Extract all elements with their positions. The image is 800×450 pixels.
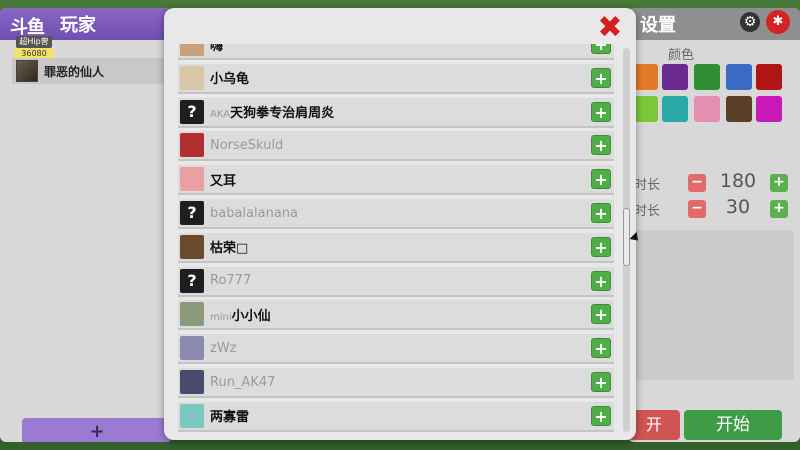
- name-prefix: mini: [210, 311, 232, 323]
- bug-icon[interactable]: ✱: [766, 10, 790, 34]
- color-swatch[interactable]: [726, 64, 752, 90]
- avatar: [180, 336, 204, 361]
- list-item: 又耳 +: [178, 165, 614, 196]
- color-swatch[interactable]: [756, 96, 782, 122]
- timer-value: 180: [719, 170, 757, 192]
- add-friend-button[interactable]: +: [591, 203, 611, 223]
- timer-value: 30: [725, 196, 751, 218]
- list-item: 枯荣□ +: [178, 232, 614, 263]
- friend-name: 两寡雷: [210, 410, 250, 426]
- name-prefix: AKA: [210, 109, 231, 121]
- friend-list-dialog: ✖ 嗨 + 小乌龟 +? AKA天狗拳专治肩周炎 + NorseSkuld + 又耳 +? baba…: [164, 8, 636, 440]
- settings-box: [634, 230, 794, 380]
- color-label: 颜色: [668, 48, 695, 63]
- friend-name: 枯荣□: [210, 241, 249, 257]
- avatar: [180, 234, 204, 259]
- color-swatch[interactable]: [726, 96, 752, 122]
- add-friend-button[interactable]: +: [591, 67, 611, 88]
- color-swatch[interactable]: [756, 64, 782, 90]
- timer-decrease-button[interactable]: −: [688, 174, 706, 192]
- friend-name: zWz: [210, 340, 237, 356]
- list-item: ? Ro777 +: [178, 266, 614, 297]
- add-friend-button[interactable]: +: [591, 169, 611, 190]
- player-row[interactable]: 罪恶的仙人: [12, 58, 172, 84]
- settings-title: 设置: [640, 15, 676, 36]
- list-item: Run_AK47 +: [178, 368, 614, 398]
- scroll-thumb[interactable]: [623, 208, 630, 266]
- list-item: mini小小仙 +: [178, 300, 614, 331]
- add-friend-button[interactable]: +: [591, 101, 611, 122]
- unknown-avatar-icon: ?: [180, 268, 204, 293]
- players-title: 玩家: [60, 15, 96, 36]
- avatar: [180, 133, 204, 158]
- start-button[interactable]: 开始: [684, 410, 782, 440]
- color-swatch[interactable]: [662, 64, 688, 90]
- list-item: ? babalalanana +: [178, 199, 614, 229]
- settings-panel: 设置 ⚙ ✱ 颜色 时长 − 180 + 时长 − 30 + 开 开始: [628, 8, 800, 442]
- friend-name: Ro777: [210, 273, 252, 289]
- unknown-avatar-icon: ?: [180, 201, 204, 225]
- list-item: 两寡雷 +: [178, 401, 614, 432]
- add-friend-button[interactable]: +: [591, 372, 611, 392]
- avatar: [180, 403, 204, 428]
- color-swatch[interactable]: [662, 96, 688, 122]
- add-friend-button[interactable]: +: [591, 405, 611, 426]
- add-friend-button[interactable]: +: [591, 135, 611, 156]
- add-friend-button[interactable]: +: [591, 304, 611, 325]
- friend-name: 小乌龟: [210, 72, 250, 88]
- timer-label: 时长: [634, 204, 661, 219]
- avatar: [16, 60, 38, 82]
- friend-name: 嗨: [210, 44, 224, 54]
- timer-decrease-button[interactable]: −: [688, 200, 706, 218]
- friend-name: 又耳: [210, 173, 237, 189]
- list-item: NorseSkuld +: [178, 131, 614, 162]
- friend-name: mini小小仙: [210, 308, 271, 324]
- list-item: 小乌龟 +: [178, 63, 614, 94]
- friend-name: babalalanana: [210, 205, 299, 221]
- add-friend-button[interactable]: +: [591, 44, 611, 54]
- avatar: [180, 370, 204, 394]
- list-item: zWz +: [178, 334, 614, 365]
- timer-increase-button[interactable]: +: [770, 174, 788, 192]
- close-icon[interactable]: ✖: [597, 13, 623, 43]
- level-badge: 超Hip曾: [16, 36, 52, 48]
- friend-name: NorseSkuld: [210, 137, 284, 153]
- unknown-avatar-icon: ?: [180, 99, 204, 124]
- player-name: 罪恶的仙人: [44, 64, 105, 79]
- avatar: [180, 65, 204, 90]
- timer-increase-button[interactable]: +: [770, 200, 788, 218]
- friend-name: Run_AK47: [210, 374, 276, 390]
- list-item: 嗨 +: [178, 44, 614, 60]
- add-friend-button[interactable]: +: [591, 270, 611, 291]
- friend-name: AKA天狗拳专治肩周炎: [210, 106, 335, 122]
- avatar: [180, 167, 204, 192]
- list-item: ? AKA天狗拳专治肩周炎 +: [178, 97, 614, 128]
- add-friend-button[interactable]: +: [591, 236, 611, 257]
- color-swatch[interactable]: [694, 96, 720, 122]
- color-swatch[interactable]: [694, 64, 720, 90]
- add-player-button[interactable]: +: [22, 418, 172, 442]
- timer-label: 时长: [634, 178, 661, 193]
- friend-list: 嗨 + 小乌龟 +? AKA天狗拳专治肩周炎 + NorseSkuld + 又耳 +? babala…: [178, 44, 614, 434]
- gear-icon[interactable]: ⚙: [740, 12, 760, 32]
- add-friend-button[interactable]: +: [591, 338, 611, 359]
- avatar: [180, 302, 204, 327]
- scrollbar[interactable]: [623, 48, 630, 432]
- avatar: [180, 44, 204, 56]
- douyu-logo: 斗鱼: [10, 17, 45, 38]
- players-panel: 斗鱼 玩家 超Hip曾 36080 罪恶的仙人 +: [0, 8, 172, 442]
